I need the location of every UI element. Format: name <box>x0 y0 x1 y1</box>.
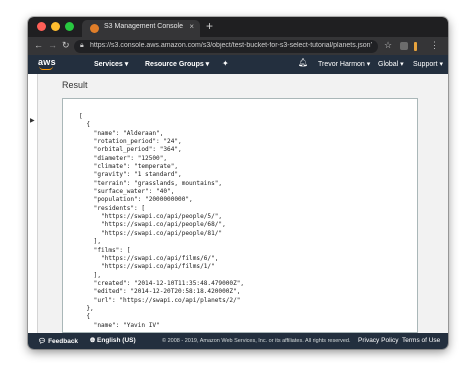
pin-icon[interactable]: ✦ <box>222 59 229 68</box>
privacy-policy-link[interactable]: Privacy Policy <box>358 337 398 344</box>
feedback-link[interactable]: 💬︎ Feedback <box>38 337 78 345</box>
globe-icon: 🌐︎ <box>90 337 98 344</box>
browser-window: S3 Management Console × + ← → ↻ 🔒︎ https… <box>28 17 448 349</box>
maximize-window-button[interactable] <box>65 22 74 31</box>
region-menu[interactable]: Global ▾ <box>378 60 404 68</box>
forward-arrow-icon[interactable]: → <box>48 40 57 51</box>
tab-s3-console[interactable]: S3 Management Console × <box>82 20 200 37</box>
feedback-label: Feedback <box>48 338 79 345</box>
s3-favicon-icon <box>90 24 99 33</box>
user-menu[interactable]: Trevor Harmon ▾ <box>318 60 370 68</box>
url-text[interactable]: https://s3.console.aws.amazon.com/s3/obj… <box>90 42 372 49</box>
page-content: ▶ Result [ { "name": "Alderaan", "rotati… <box>28 74 448 333</box>
extension-pencil-icon[interactable] <box>414 42 417 51</box>
support-menu[interactable]: Support ▾ <box>413 60 443 68</box>
reload-icon[interactable]: ↻ <box>62 40 70 51</box>
footer-bar: 💬︎ Feedback 🌐︎ English (US) © 2008 - 201… <box>28 333 448 349</box>
back-arrow-icon[interactable]: ← <box>34 40 43 51</box>
result-heading: Result <box>62 80 88 90</box>
aws-nav-bar: aws Services ▾ Resource Groups ▾ ✦ 🔔︎ Tr… <box>28 55 448 74</box>
minimize-window-button[interactable] <box>51 22 60 31</box>
language-selector[interactable]: 🌐︎ English (US) <box>90 337 136 345</box>
result-output-box[interactable]: [ { "name": "Alderaan", "rotation_period… <box>62 98 418 333</box>
lock-icon: 🔒︎ <box>80 42 84 49</box>
services-menu[interactable]: Services ▾ <box>94 60 128 68</box>
aws-smile-icon <box>39 66 53 70</box>
close-window-button[interactable] <box>37 22 46 31</box>
tab-close-icon[interactable]: × <box>189 22 194 31</box>
terms-of-use-link[interactable]: Terms of Use <box>402 337 440 344</box>
extension-icon[interactable] <box>400 42 408 50</box>
new-tab-button[interactable]: + <box>206 19 213 33</box>
star-icon[interactable]: ☆ <box>384 40 392 51</box>
tab-title: S3 Management Console <box>104 23 183 30</box>
chevron-right-icon[interactable]: ▶ <box>30 117 35 124</box>
copyright-text: © 2008 - 2019, Amazon Web Services, Inc.… <box>162 338 351 344</box>
browser-toolbar: ← → ↻ 🔒︎ https://s3.console.aws.amazon.c… <box>28 37 448 55</box>
address-bar[interactable]: 🔒︎ https://s3.console.aws.amazon.com/s3/… <box>74 40 378 53</box>
language-label: English (US) <box>97 337 136 344</box>
sidebar-toggle[interactable]: ▶ <box>28 74 38 333</box>
menu-dots-icon[interactable]: ⋮ <box>430 40 439 51</box>
json-result-text: [ { "name": "Alderaan", "rotation_period… <box>79 113 245 329</box>
tab-strip: S3 Management Console × + <box>28 17 448 37</box>
resource-groups-menu[interactable]: Resource Groups ▾ <box>145 60 209 68</box>
feedback-icon: 💬︎ <box>38 338 49 345</box>
bell-icon[interactable]: 🔔︎ <box>298 58 308 67</box>
